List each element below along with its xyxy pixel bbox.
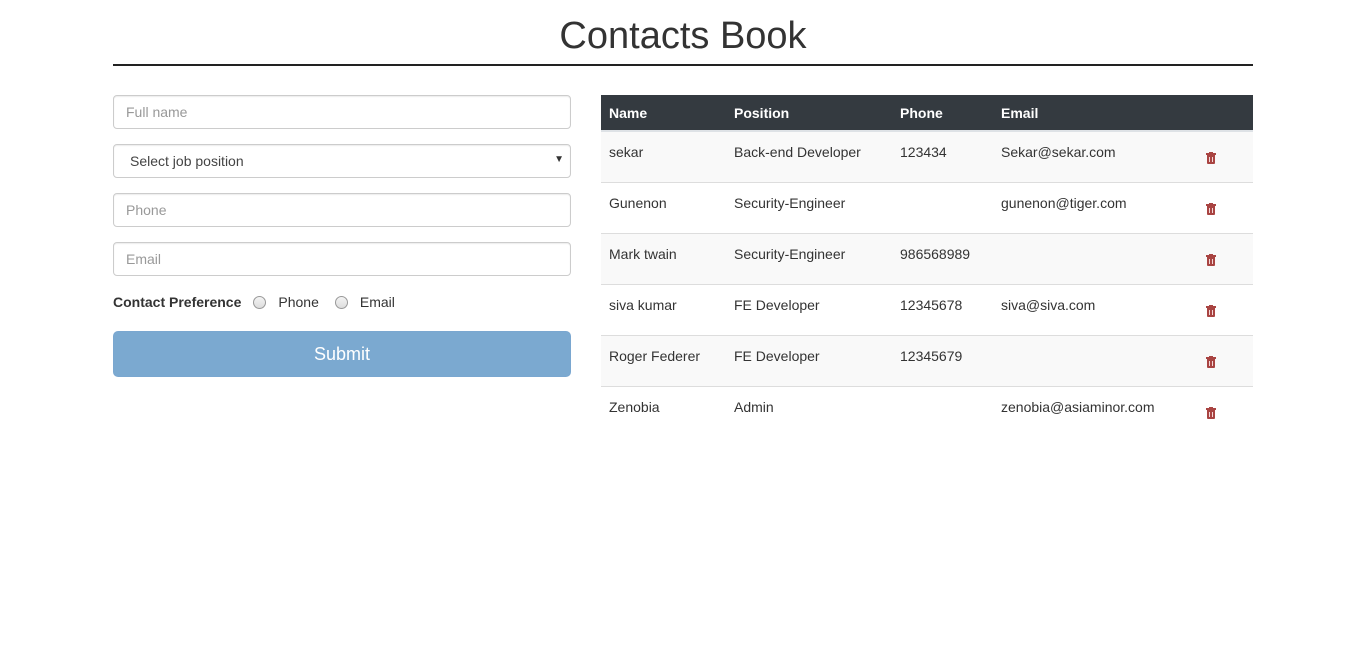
cell-name: sekar [609,144,644,160]
cell-actions [1198,232,1253,284]
cell-actions [1198,283,1253,335]
trash-icon[interactable] [1206,152,1216,164]
cell-position: Security-Engineer [726,232,892,284]
trash-icon[interactable] [1206,253,1216,266]
trash-icon[interactable] [1206,202,1216,215]
cell-phone [892,181,993,233]
email-radio[interactable] [334,295,348,309]
cell-name: Roger Federer [601,334,726,386]
header-phone: Phone [892,95,993,132]
table-header-row: Name Position Phone Email [601,95,1253,132]
table-row: Gunenon Security-Engineer gunenon@tiger.… [601,181,1253,233]
cell-position: FE Developer [726,334,892,386]
cell-email: gunenon@tiger.com [993,181,1198,233]
header-position: Position [726,95,892,132]
header-name: Name [601,95,726,132]
cell-phone: 12345679 [892,334,993,386]
cell-name: Zenobia [601,385,726,437]
cell-position: Security-Engineer [726,181,892,233]
title-divider [113,64,1253,66]
cell-position: Back-end Developer [734,144,861,160]
chevron-down-icon: ▼ [554,154,564,165]
header-actions [1198,95,1253,132]
fullname-input[interactable] [114,96,570,128]
phone-radio-label: Phone [278,294,319,310]
email-field[interactable] [113,242,571,276]
cell-email [993,334,1198,386]
fullname-field[interactable] [113,95,571,129]
cell-phone: 12345678 [892,283,993,335]
cell-actions [1198,181,1253,233]
page: Contacts Book Select job position ▼ Cont… [0,0,1366,649]
position-select[interactable]: Select job position ▼ [113,144,571,178]
cell-email [993,232,1198,284]
submit-button[interactable]: Submit [113,331,571,377]
header-email: Email [993,95,1198,132]
cell-name: siva kumar [601,283,726,335]
cell-name: Gunenon [601,181,726,233]
table-row: Roger Federer FE Developer 12345679 [601,334,1253,386]
cell-email: Sekar@sekar.com [1001,144,1116,160]
trash-icon[interactable] [1206,406,1216,419]
trash-icon[interactable] [1206,355,1216,368]
contacts-table-container: Name Position Phone Email sekar Back-end… [601,95,1253,437]
page-title: Contacts Book [559,15,807,57]
table-row: siva kumar FE Developer 12345678 siva@si… [601,283,1253,335]
trash-icon[interactable] [1206,304,1216,317]
table-row: Mark twain Security-Engineer 986568989 [601,232,1253,284]
cell-email: zenobia@asiaminor.com [993,385,1198,437]
phone-input[interactable] [114,194,570,226]
cell-name: Mark twain [601,232,726,284]
cell-position: FE Developer [726,283,892,335]
email-input[interactable] [114,243,570,275]
phone-field[interactable] [113,193,571,227]
position-select-value: Select job position [130,153,244,169]
cell-phone: 986568989 [892,232,993,284]
email-radio-label: Email [359,294,395,310]
contact-preference-label: Contact Preference [113,294,242,310]
cell-actions [1198,334,1253,386]
cell-position: Admin [726,385,892,437]
contacts-table: Name Position Phone Email sekar Back-end… [601,95,1253,437]
cell-phone: 123434 [900,144,947,160]
phone-radio[interactable] [253,295,267,309]
table-row: Zenobia Admin zenobia@asiaminor.com [601,385,1253,437]
cell-email: siva@siva.com [993,283,1198,335]
cell-actions [1198,131,1253,182]
table-row: sekar Back-end Developer 123434 Sekar@se… [601,131,1253,182]
cell-phone [892,385,993,437]
contact-preference: Contact Preference Phone Email [113,292,411,312]
cell-actions [1198,385,1253,437]
